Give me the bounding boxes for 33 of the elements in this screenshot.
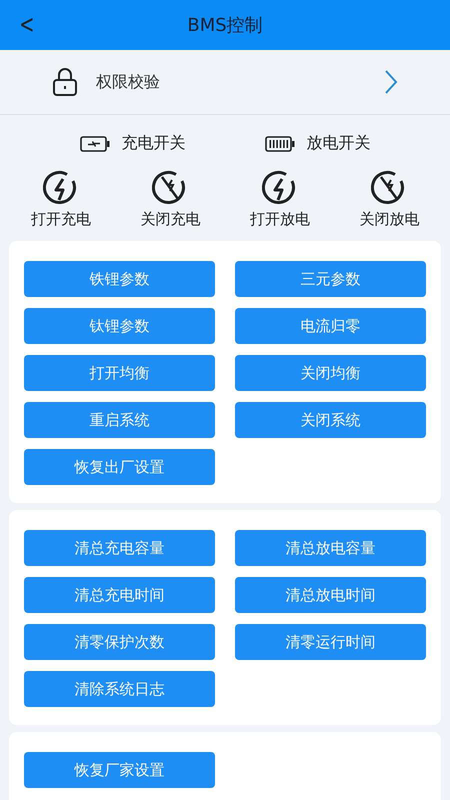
command-button[interactable]: 三元参数 [235,261,426,297]
command-button[interactable]: 重启系统 [24,402,215,438]
command-button[interactable]: 关闭均衡 [235,355,426,391]
command-button[interactable]: 清总充电时间 [24,577,215,613]
lock-icon [52,67,78,97]
command-button[interactable]: 打开均衡 [24,355,215,391]
command-button[interactable]: 清零运行时间 [235,624,426,660]
command-button[interactable]: 铁锂参数 [24,261,215,297]
command-button[interactable]: 电流归零 [235,308,426,344]
action-button[interactable]: 打开充电 [30,170,91,229]
lightning-icon [262,170,298,206]
action-button[interactable]: 关闭充电 [140,170,200,229]
chevron-right-icon [384,69,398,95]
back-button[interactable]: < [14,8,40,42]
action-button[interactable]: 关闭放电 [359,170,420,229]
auth-row[interactable]: 权限校验 [0,50,450,115]
command-button[interactable]: 清总充电容量 [24,530,215,566]
command-button[interactable]: 清除系统日志 [24,671,215,707]
command-button[interactable]: 清总放电容量 [235,530,426,566]
auth-label: 权限校验 [96,72,161,92]
command-button[interactable]: 恢复厂家设置 [24,752,215,788]
battery-full-icon [264,136,294,152]
lightning-icon [42,170,79,206]
command-button[interactable]: 钛锂参数 [24,308,215,344]
command-button[interactable]: 恢复出厂设置 [24,449,215,485]
battery-charging-icon [80,136,110,152]
action-button[interactable]: 打开放电 [250,170,310,229]
page-title: BMS控制 [187,14,263,37]
switch-label: 放电开关 [306,133,370,154]
command-button[interactable]: 关闭系统 [235,402,426,438]
switch-label: 充电开关 [122,133,186,154]
command-button[interactable]: 清零保护次数 [24,624,215,660]
command-button[interactable]: 清总放电时间 [235,577,426,613]
